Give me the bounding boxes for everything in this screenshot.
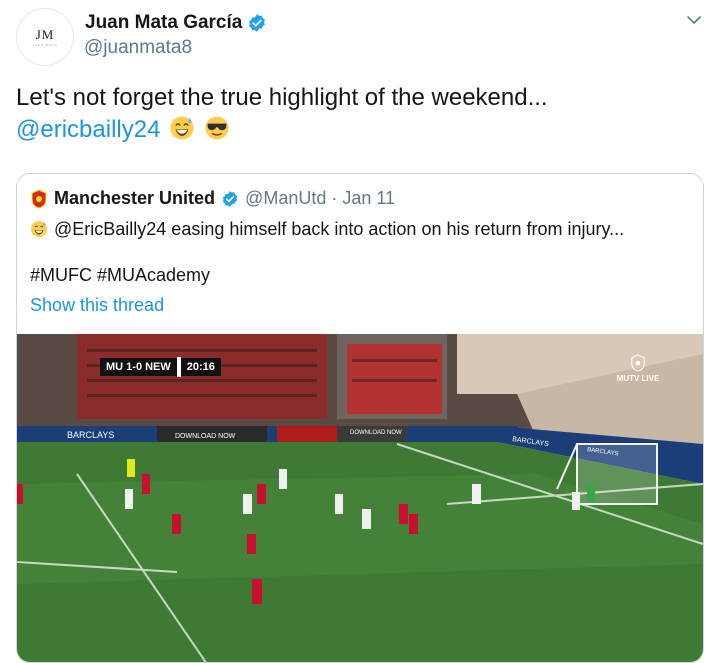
manchester-united-crest-icon (31, 188, 47, 209)
manchester-united-crest-icon (631, 354, 645, 372)
quoted-display-name[interactable]: Manchester United (54, 188, 215, 209)
score-overlay: MU 1-0 NEW 20:16 (100, 357, 221, 377)
quoted-body: @EricBailly24 easing himself back into a… (54, 219, 625, 239)
tweet-body: Let's not forget the true highlight of t… (16, 84, 548, 111)
grinning-sweat-emoji-icon (170, 116, 194, 140)
board-download-1: DOWNLOAD NOW (175, 433, 236, 440)
score-text: MU 1-0 NEW (100, 358, 177, 376)
chevron-down-icon[interactable] (686, 12, 702, 28)
sunglasses-emoji-icon (205, 116, 229, 140)
quoted-tweet-card[interactable]: Manchester United @ManUtd · Jan 11 @Eric… (16, 173, 704, 663)
quoted-tweet-text: @EricBailly24 easing himself back into a… (30, 217, 690, 241)
mutv-label: MUTV LIVE (616, 374, 660, 383)
verified-badge-icon (249, 14, 266, 32)
avatar-monogram: JM (35, 26, 55, 42)
quoted-handle-date: @ManUtd · Jan 11 (245, 188, 396, 208)
match-clock: 20:16 (180, 358, 221, 376)
verified-badge-icon (222, 190, 238, 207)
video-frame: BARCLAYS DOWNLOAD NOW DOWNLOAD NOW BARCL… (17, 334, 703, 662)
avatar-subtext: JUAN MATA (32, 42, 58, 47)
grinning-sweat-emoji-icon (31, 221, 47, 237)
board-barclays-1: BARCLAYS (67, 430, 114, 440)
author-handle[interactable]: @juanmata8 (84, 37, 192, 59)
tweet-text: Let's not forget the true highlight of t… (16, 82, 706, 146)
author-avatar[interactable]: JM JUAN MATA (16, 8, 74, 66)
video-player[interactable]: BARCLAYS DOWNLOAD NOW DOWNLOAD NOW BARCL… (17, 334, 703, 662)
quoted-hashtags[interactable]: #MUFC #MUAcademy (30, 265, 210, 286)
author-display-name[interactable]: Juan Mata García (85, 12, 242, 34)
quoted-tweet-header: Manchester United @ManUtd · Jan 11 (30, 188, 395, 209)
mutv-watermark: MUTV LIVE (613, 354, 663, 383)
tweet-mention-link[interactable]: @ericbailly24 (16, 116, 160, 143)
board-download-2: DOWNLOAD NOW (350, 430, 402, 436)
show-thread-link[interactable]: Show this thread (30, 295, 164, 316)
author-display-name-row[interactable]: Juan Mata García (85, 12, 267, 34)
